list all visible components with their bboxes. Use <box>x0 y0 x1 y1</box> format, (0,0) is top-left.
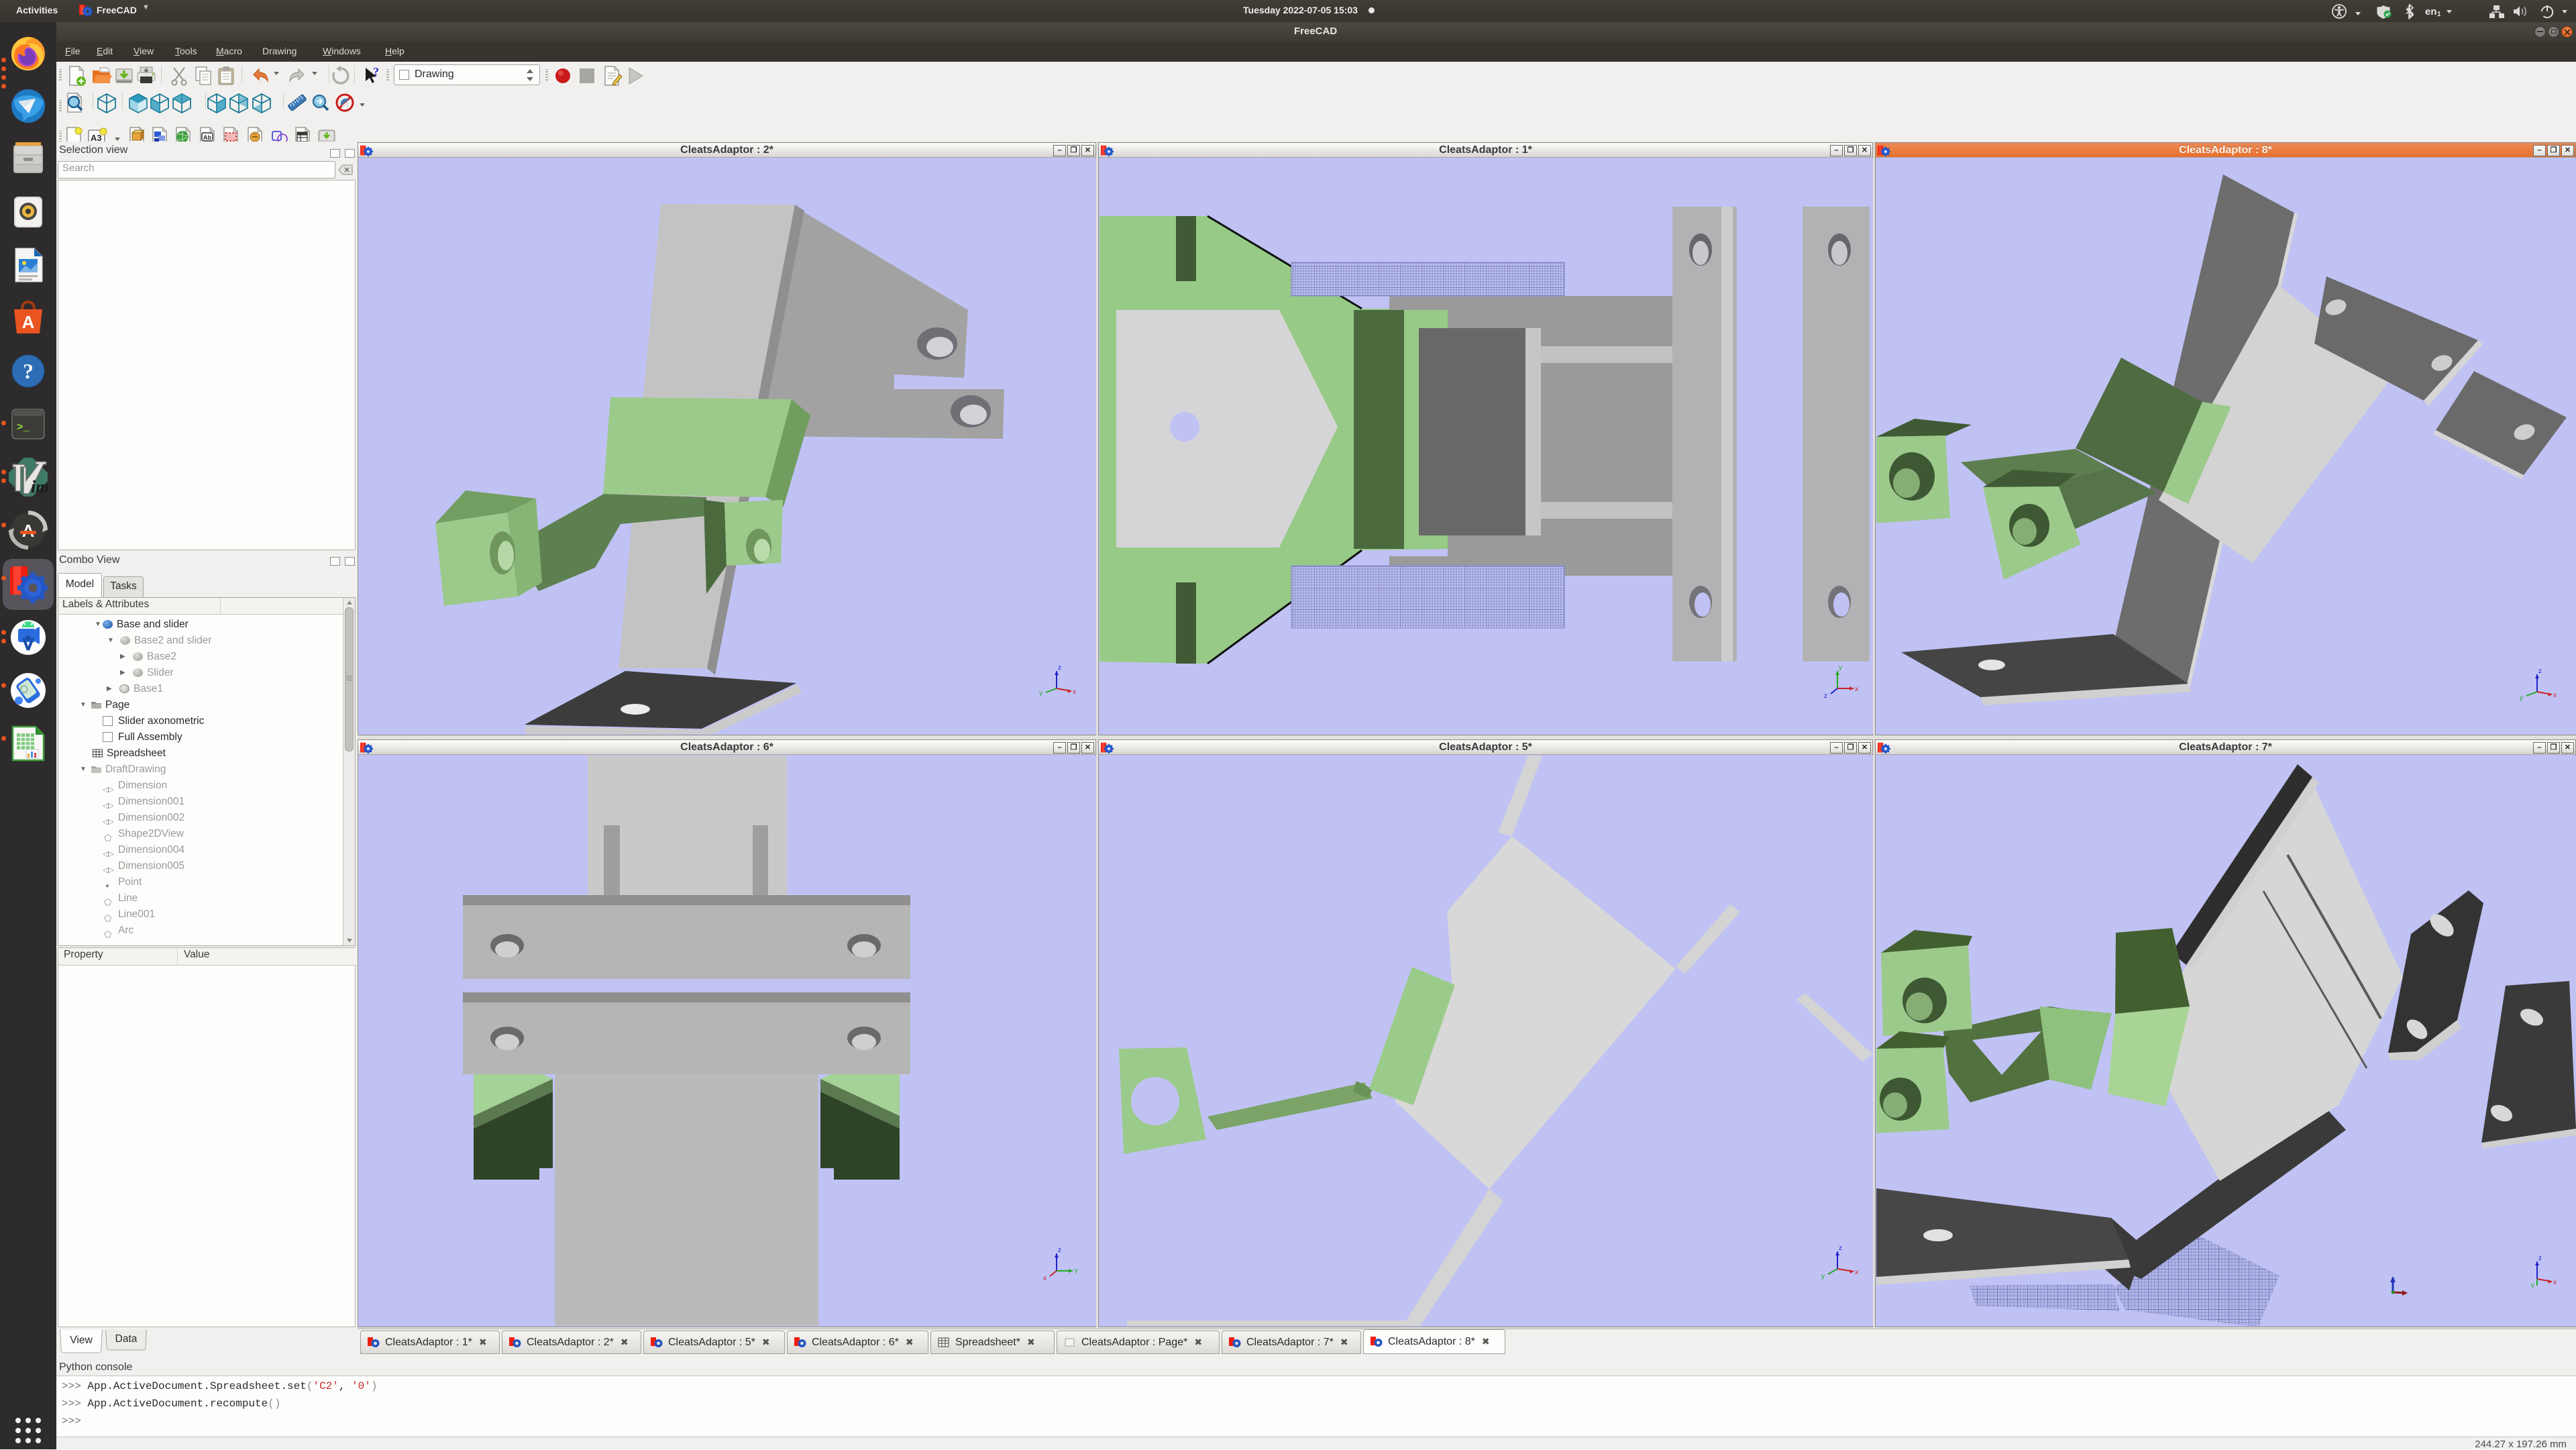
svg-text:x: x <box>2553 692 2557 699</box>
svg-text:z: z <box>2538 668 2542 675</box>
svg-text:1: 1 <box>2437 11 2441 18</box>
svg-text:y: y <box>2520 694 2523 702</box>
svg-text:Y: Y <box>1074 1268 1079 1276</box>
svg-text:x: x <box>2553 1279 2557 1286</box>
svg-text:?: ? <box>373 65 379 79</box>
svg-text:A: A <box>22 312 35 332</box>
svg-text:en: en <box>2425 6 2437 17</box>
svg-text:Ab: Ab <box>203 134 211 141</box>
svg-text:?: ? <box>23 359 34 383</box>
svg-text:>_: >_ <box>17 421 30 433</box>
svg-text:z: z <box>1058 664 1061 672</box>
svg-text:z: z <box>1058 1247 1061 1254</box>
svg-text:y: y <box>1839 664 1842 672</box>
svg-text:x: x <box>1073 688 1076 696</box>
svg-text:Y: Y <box>2530 1283 2535 1290</box>
svg-text:x: x <box>1855 1269 1858 1276</box>
svg-text:x: x <box>1855 686 1858 693</box>
svg-text:z: z <box>1839 1245 1842 1252</box>
svg-text:z: z <box>2538 1255 2542 1262</box>
svg-text:x: x <box>1043 1275 1046 1282</box>
svg-text:im: im <box>31 477 48 497</box>
svg-text:z: z <box>1824 692 1827 700</box>
svg-text:y: y <box>1821 1273 1825 1280</box>
svg-text:y: y <box>1039 690 1042 697</box>
